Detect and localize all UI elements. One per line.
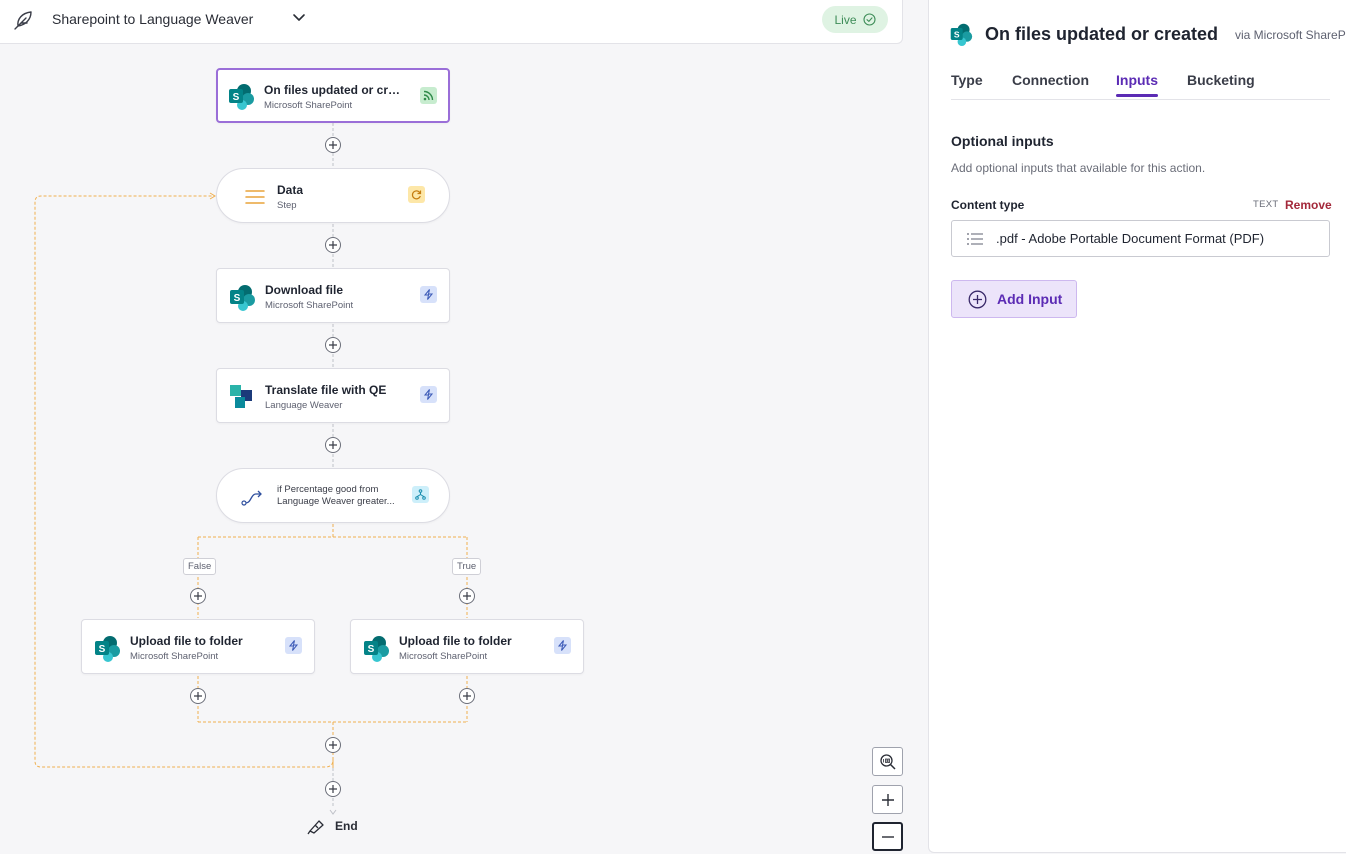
download-file-node[interactable]: S Download file Microsoft SharePoint xyxy=(216,268,450,323)
end-node: End xyxy=(307,817,358,835)
add-step-button[interactable] xyxy=(325,137,341,153)
plus-circle-icon xyxy=(968,290,987,308)
end-label: End xyxy=(335,819,358,833)
condition-node[interactable]: if Percentage good from Language Weaver … xyxy=(216,468,450,523)
add-step-button[interactable] xyxy=(459,588,475,604)
tab-inputs[interactable]: Inputs xyxy=(1116,72,1158,97)
list-icon xyxy=(967,233,983,245)
zoom-in-button[interactable] xyxy=(872,785,903,814)
tab-type[interactable]: Type xyxy=(951,72,983,88)
node-subtitle: Step xyxy=(277,200,297,211)
lightning-icon xyxy=(420,386,437,403)
field-label: Content type xyxy=(951,198,1025,212)
trigger-node[interactable]: S On files updated or created Microsoft … xyxy=(216,68,450,123)
tab-connection[interactable]: Connection xyxy=(1012,72,1089,88)
node-subtitle: Microsoft SharePoint xyxy=(130,651,219,662)
tab-bucketing[interactable]: Bucketing xyxy=(1187,72,1255,88)
remove-field-link[interactable]: Remove xyxy=(1285,198,1332,212)
node-subtitle: Language Weaver xyxy=(265,400,343,411)
add-step-button[interactable] xyxy=(325,437,341,453)
minus-icon xyxy=(881,835,894,838)
node-subtitle: Microsoft SharePoint xyxy=(264,100,353,111)
lightning-icon xyxy=(554,637,571,654)
route-icon xyxy=(241,490,262,506)
sharepoint-icon: S xyxy=(95,636,120,662)
data-step-node[interactable]: Data Step xyxy=(216,168,450,223)
svg-text:S: S xyxy=(954,29,960,39)
svg-text:S: S xyxy=(233,92,240,103)
lightning-icon xyxy=(285,637,302,654)
language-weaver-icon xyxy=(230,385,252,408)
zoom-reset-button[interactable] xyxy=(872,747,903,776)
node-title: Translate file with QE xyxy=(265,383,387,397)
node-title: Upload file to folder xyxy=(130,634,243,648)
sharepoint-icon: S xyxy=(950,23,973,46)
rss-icon xyxy=(420,87,437,104)
list-icon xyxy=(245,190,265,204)
add-step-button[interactable] xyxy=(325,337,341,353)
zoom-100-icon xyxy=(879,753,896,770)
sharepoint-icon: S xyxy=(229,84,254,110)
sharepoint-icon: S xyxy=(230,285,255,311)
add-step-button[interactable] xyxy=(325,737,341,753)
node-subtitle: Microsoft SharePoint xyxy=(399,651,488,662)
upload-file-true-node[interactable]: S Upload file to folder Microsoft ShareP… xyxy=(350,619,584,674)
content-type-value: .pdf - Adobe Portable Document Format (P… xyxy=(996,231,1265,246)
workflow-canvas[interactable]: S On files updated or created Microsoft … xyxy=(0,0,920,851)
branch-false-label: False xyxy=(183,558,217,575)
condition-text: if Percentage good from Language Weaver … xyxy=(277,484,395,507)
plus-icon xyxy=(881,793,894,806)
flag-end-icon xyxy=(307,820,324,835)
section-description: Add optional inputs that available for t… xyxy=(951,161,1206,175)
svg-text:S: S xyxy=(99,644,106,655)
add-step-button[interactable] xyxy=(459,688,475,704)
content-type-select[interactable]: .pdf - Adobe Portable Document Format (P… xyxy=(951,220,1330,257)
node-subtitle: Microsoft SharePoint xyxy=(265,300,354,311)
add-input-button[interactable]: Add Input xyxy=(951,280,1077,318)
node-title: On files updated or created xyxy=(264,83,406,97)
panel-via-text: via Microsoft SharePoint xyxy=(1235,28,1346,42)
loop-icon xyxy=(408,186,425,203)
lightning-icon xyxy=(420,286,437,303)
branch-icon xyxy=(412,486,429,503)
node-title: Data xyxy=(277,183,304,197)
panel-title: On files updated or created xyxy=(985,24,1219,44)
connector-lines xyxy=(34,123,468,815)
add-step-button[interactable] xyxy=(190,688,206,704)
add-step-button[interactable] xyxy=(325,237,341,253)
step-settings-panel: S On files updated or created via Micros… xyxy=(928,0,1346,853)
svg-text:S: S xyxy=(368,644,375,655)
add-step-button[interactable] xyxy=(190,588,206,604)
node-title: Upload file to folder xyxy=(399,634,512,648)
svg-text:S: S xyxy=(234,293,241,304)
node-title: Download file xyxy=(265,283,343,297)
add-input-label: Add Input xyxy=(997,291,1063,307)
translate-file-node[interactable]: Translate file with QE Language Weaver xyxy=(216,368,450,423)
branch-true-label: True xyxy=(452,558,482,575)
field-type-badge: TEXT xyxy=(1253,199,1279,210)
sharepoint-icon: S xyxy=(364,636,389,662)
section-title: Optional inputs xyxy=(951,133,1054,149)
upload-file-false-node[interactable]: S Upload file to folder Microsoft ShareP… xyxy=(81,619,315,674)
panel-tabs: Type Connection Inputs Bucketing xyxy=(951,71,1330,100)
add-step-button[interactable] xyxy=(325,781,341,797)
zoom-out-button[interactable] xyxy=(872,822,903,851)
